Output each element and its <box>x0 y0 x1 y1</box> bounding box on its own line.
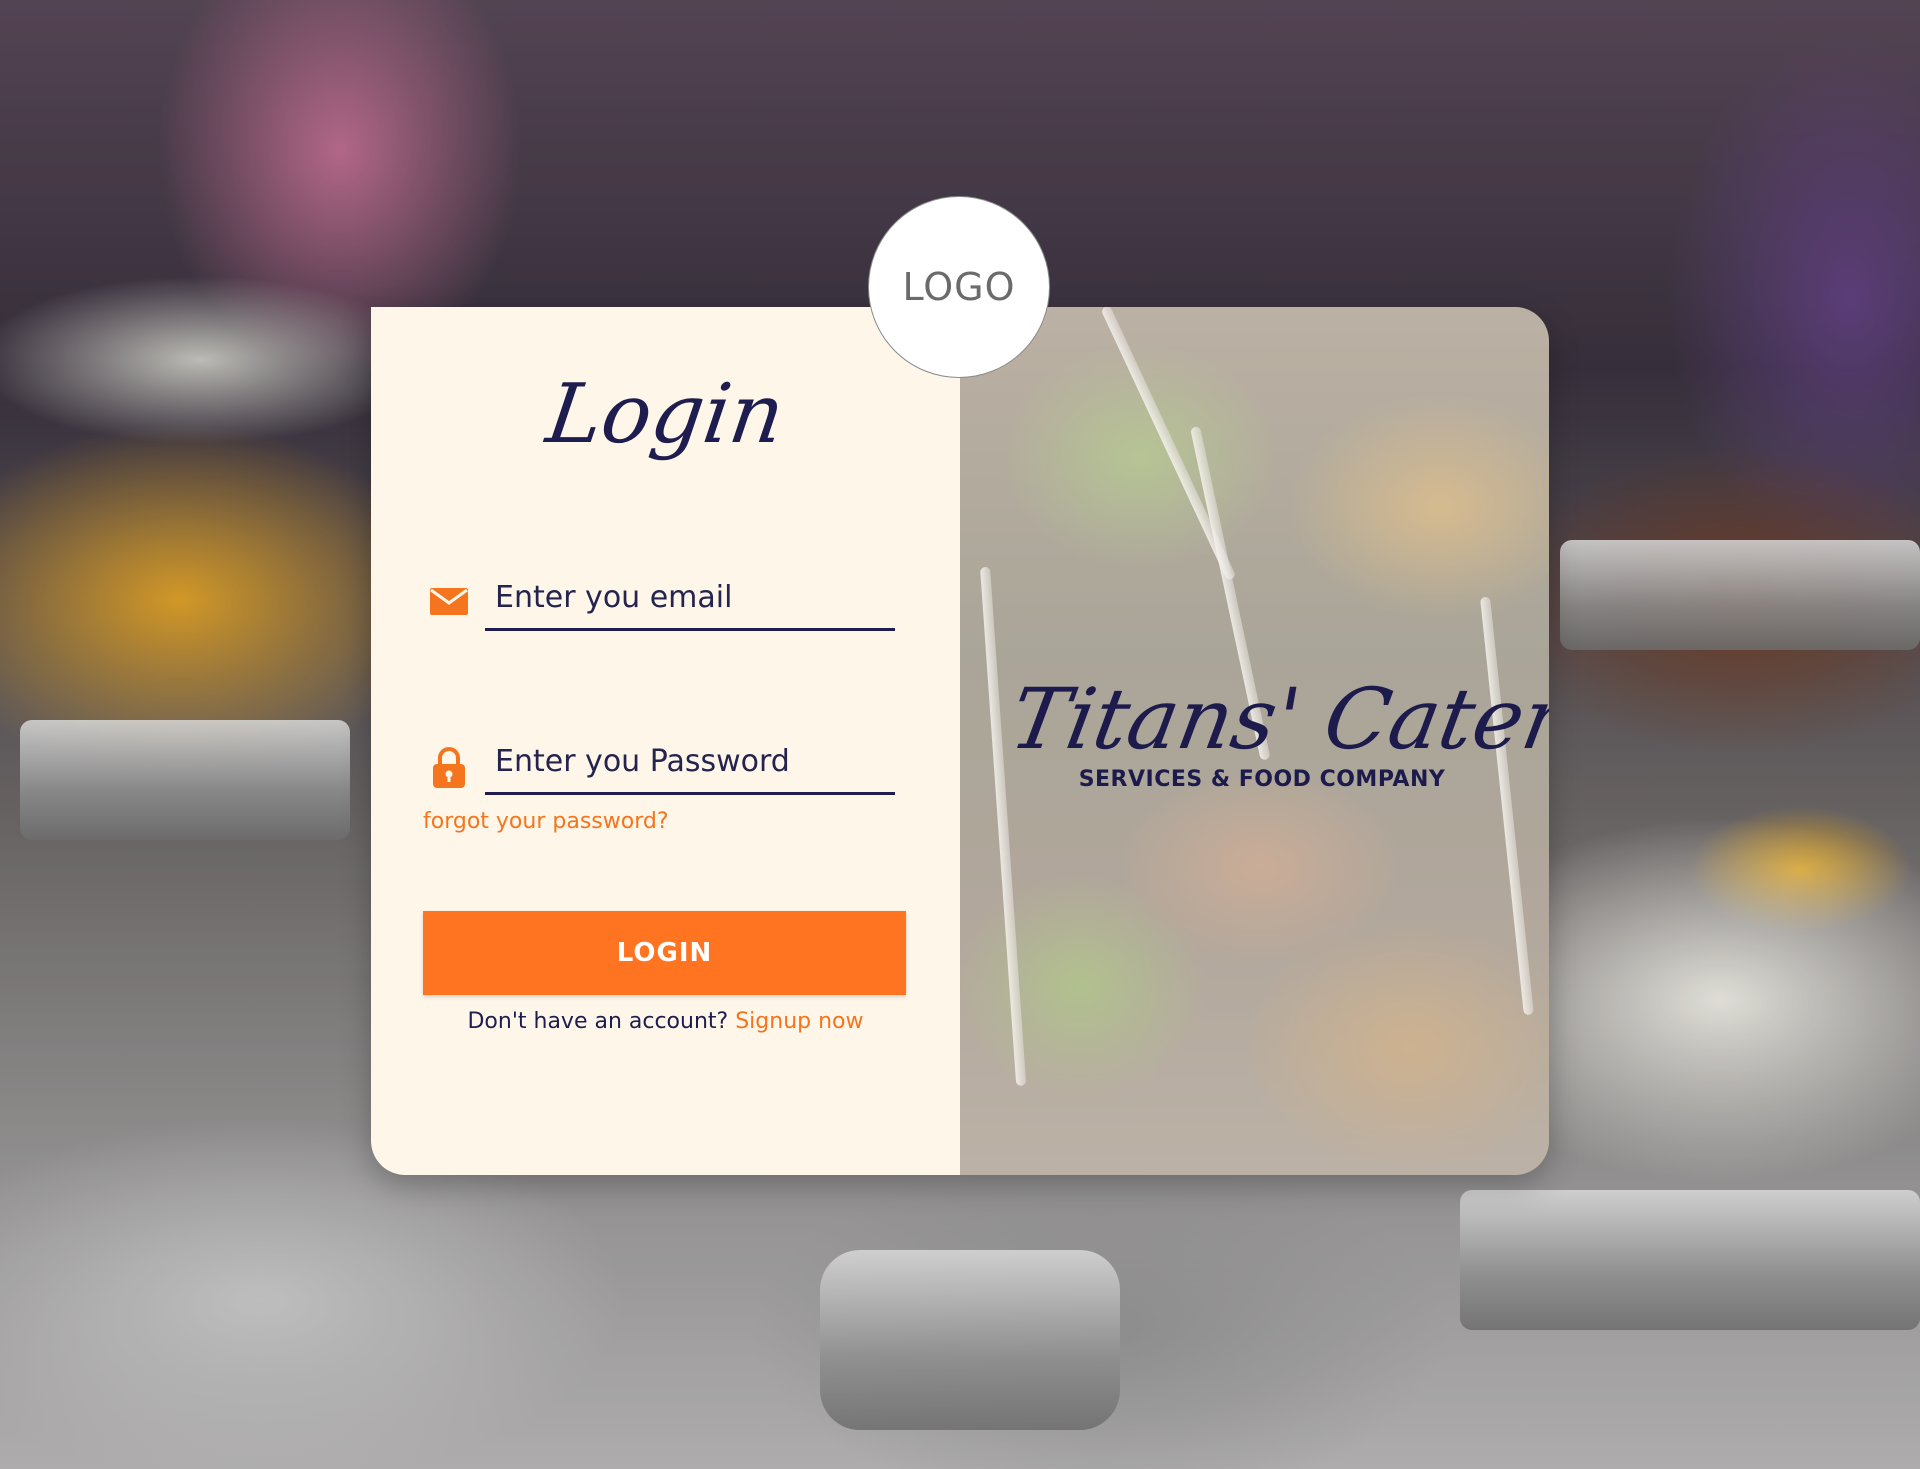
login-panel: Login Enter you email forgot your passwo… <box>371 307 960 1175</box>
password-field-group <box>429 731 905 801</box>
chafing-dish-right <box>1560 540 1920 650</box>
lock-icon <box>429 745 469 788</box>
login-title: Login <box>541 367 790 462</box>
login-button[interactable]: LOGIN <box>423 911 906 995</box>
background-photo: Login Enter you email forgot your passwo… <box>0 0 1920 1469</box>
email-input[interactable] <box>485 567 895 631</box>
signup-prompt: Don't have an account? <box>467 1009 729 1034</box>
brand-tagline: SERVICES & FOOD COMPANY <box>1078 767 1446 792</box>
brand-panel: Titans' Catering SERVICES & FOOD COMPANY <box>960 307 1549 1175</box>
chafing-dish-left <box>20 720 350 840</box>
password-input[interactable] <box>485 731 895 795</box>
forgot-password-link[interactable]: forgot your password? <box>423 809 669 834</box>
signup-link[interactable]: Signup now <box>735 1009 863 1034</box>
login-card: Login Enter you email forgot your passwo… <box>371 307 1549 1175</box>
signup-line: Don't have an account? Signup now <box>371 1009 960 1034</box>
brand-name: Titans' Catering <box>1003 670 1549 768</box>
chafing-dish-bottom-right <box>1460 1190 1920 1330</box>
envelope-icon <box>429 581 469 621</box>
email-field-group <box>429 567 905 637</box>
brand-logo: Titans' Catering SERVICES & FOOD COMPANY <box>1003 670 1549 792</box>
logo-placeholder: LOGO <box>868 196 1050 378</box>
fuel-can <box>820 1250 1120 1430</box>
